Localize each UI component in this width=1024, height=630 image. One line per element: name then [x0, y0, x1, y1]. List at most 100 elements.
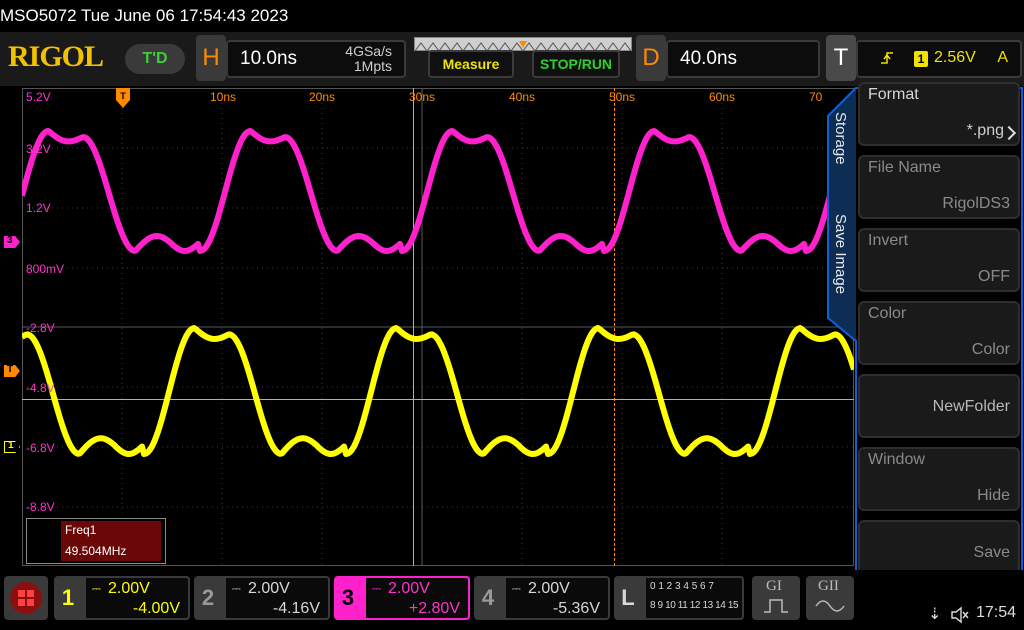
menu-window-value: Hide	[977, 487, 1010, 504]
storage-tab-label: Storage	[832, 112, 849, 165]
menu-invert-label: Invert	[868, 232, 909, 249]
save-image-tab[interactable]: Save Image	[830, 214, 854, 310]
title-text: MSO5072 Tue June 06 17:54:43 2023	[0, 6, 289, 25]
title-strip: MSO5072 Tue June 06 17:54:43 2023	[0, 0, 1024, 32]
menu-format[interactable]: Format *.png	[858, 82, 1020, 146]
ch1-axis-label: -2.8V	[26, 321, 55, 335]
time-axis-label: 10ns	[210, 90, 237, 104]
measurement-value: 49.504MHz	[65, 544, 127, 558]
channel2-offset: -4.16V	[272, 600, 320, 617]
delay-value: 40.0ns	[680, 48, 738, 69]
logic-analyzer-button[interactable]: L 0 1 2 3 4 5 6 7 8 9 10 11 12 13 14 15	[614, 576, 744, 620]
horizontal-key-button[interactable]: H	[196, 35, 226, 81]
trigger-position-marker-icon[interactable]: T	[116, 88, 130, 110]
ch3-axis-label: 1.2V	[26, 201, 51, 215]
sample-rate: 4GSa/s	[345, 43, 392, 59]
timebase-value: 10.0ns	[240, 48, 298, 69]
ch1-marker-label: 1	[8, 440, 14, 451]
measurement-box[interactable]: Freq1 49.504MHz	[26, 518, 166, 564]
channel3-button[interactable]: 3 ⎓ 2.00V +2.80V	[334, 576, 470, 620]
ch3-offset-marker[interactable]: 3	[4, 236, 20, 248]
trigger-level: 2.56V	[934, 49, 976, 66]
menu-window-label: Window	[868, 451, 925, 468]
waveform-traces	[22, 128, 854, 457]
square-wave-icon	[764, 599, 788, 613]
rigol-logo: RIGOL	[8, 40, 104, 73]
channel2-number: 2	[201, 585, 215, 610]
generator2-button[interactable]: GII	[806, 576, 854, 620]
dc-coupling-icon: ⎓	[232, 582, 241, 595]
clock-time: 17:54	[976, 604, 1017, 621]
ch1-axis-label: -6.8V	[26, 441, 55, 455]
channel3-scale: 2.00V	[388, 580, 430, 597]
measure-button[interactable]: Measure	[428, 50, 514, 78]
channel3-offset: +2.80V	[408, 600, 460, 617]
trigger-key-button[interactable]: T	[826, 35, 856, 81]
save-image-tab-label: Save Image	[832, 214, 849, 295]
time-axis-label: 50ns	[609, 90, 636, 104]
channel3-number: 3	[341, 585, 355, 610]
ch3-axis-label-top: 5.2V	[26, 90, 51, 104]
delay-key-button[interactable]: D	[636, 35, 666, 81]
mode-badge[interactable]: T'D	[125, 44, 185, 74]
channel2-scale: 2.00V	[248, 580, 290, 597]
ch1-axis-label: -4.8V	[26, 381, 55, 395]
horizontal-panel[interactable]: 10.0ns 4GSa/s 1Mpts	[226, 40, 406, 78]
sine-wave-icon	[815, 600, 845, 612]
ch3-marker-label: 3	[7, 235, 13, 246]
time-axis-label: 70	[809, 90, 823, 104]
channel4-button[interactable]: 4 ⎓ 2.00V -5.36V	[474, 576, 610, 620]
channel4-scale: 2.00V	[528, 580, 570, 597]
menu-file-name-value: RigolDS3	[942, 195, 1010, 212]
menu-invert-value: OFF	[978, 268, 1010, 285]
menu-color[interactable]: Color Color	[858, 301, 1020, 365]
top-toolbar: RIGOL T'D H 10.0ns 4GSa/s 1Mpts Measure …	[0, 32, 1024, 86]
memory-position-bar[interactable]	[414, 37, 632, 52]
time-axis-label: 60ns	[709, 90, 736, 104]
channel1-button[interactable]: 1 ⎓ 2.00V -4.00V	[54, 576, 190, 620]
time-axis-label: 30ns	[409, 90, 436, 104]
channel1-number: 1	[61, 585, 75, 610]
time-axis-label: 40ns	[509, 90, 536, 104]
trigger-marker-label: T	[7, 364, 14, 375]
menu-new-folder[interactable]: NewFolder	[858, 374, 1020, 438]
waveform-display[interactable]: 5.2V 3.2V 1.2V 800mV -2.8V -4.8V -6.8V -…	[22, 88, 854, 566]
bottom-status-bar: 1 ⎓ 2.00V -4.00V 2 ⎓ 2.00V -4.16V 3 ⎓ 2.…	[0, 570, 1024, 630]
menu-color-value: Color	[971, 341, 1010, 358]
speaker-muted-icon[interactable]	[950, 606, 970, 624]
chevron-right-icon	[1001, 125, 1017, 141]
dc-coupling-icon: ⎓	[92, 582, 101, 595]
menu-new-folder-label: NewFolder	[932, 398, 1010, 415]
channel2-button[interactable]: 2 ⎓ 2.00V -4.16V	[194, 576, 330, 620]
trigger-mode: A	[997, 49, 1008, 66]
menu-invert[interactable]: Invert OFF	[858, 228, 1020, 292]
menu-color-label: Color	[868, 305, 907, 322]
menu-file-name-label: File Name	[868, 159, 941, 176]
logic-channels-row2: 8 9 10 11 12 13 14 15	[650, 600, 739, 611]
memory-depth: 1Mpts	[353, 58, 392, 74]
trigger-level-marker[interactable]: T	[4, 365, 20, 377]
menu-save-label: Save	[973, 544, 1010, 561]
rising-edge-icon	[881, 52, 893, 64]
measurement-name: Freq1	[65, 523, 97, 537]
generator1-button[interactable]: GI	[752, 576, 800, 620]
channel4-offset: -5.36V	[552, 600, 600, 617]
menu-file-name[interactable]: File Name RigolDS3	[858, 155, 1020, 219]
ch3-axis-label: 3.2V	[26, 142, 51, 156]
menu-window[interactable]: Window Hide	[858, 447, 1020, 511]
channel1-trace	[22, 325, 854, 457]
storage-tab[interactable]: Storage	[830, 112, 854, 182]
app-menu-button[interactable]	[4, 576, 48, 620]
menu-format-label: Format	[868, 86, 919, 103]
ch1-axis-label: -8.8V	[26, 500, 55, 514]
channel4-number: 4	[481, 585, 495, 610]
ch3-axis-label: 800mV	[26, 262, 65, 276]
ch1-offset-marker[interactable]: 1	[4, 441, 20, 453]
channel3-trace	[22, 128, 854, 254]
trigger-panel[interactable]: 1 2.56V A	[856, 40, 1022, 78]
trigger-source-badge: 1	[914, 51, 928, 67]
grid-menu-icon	[10, 582, 42, 614]
stop-run-button[interactable]: STOP/RUN	[532, 50, 620, 78]
dc-coupling-icon: ⎓	[512, 582, 521, 595]
delay-panel[interactable]: 40.0ns	[666, 40, 820, 78]
